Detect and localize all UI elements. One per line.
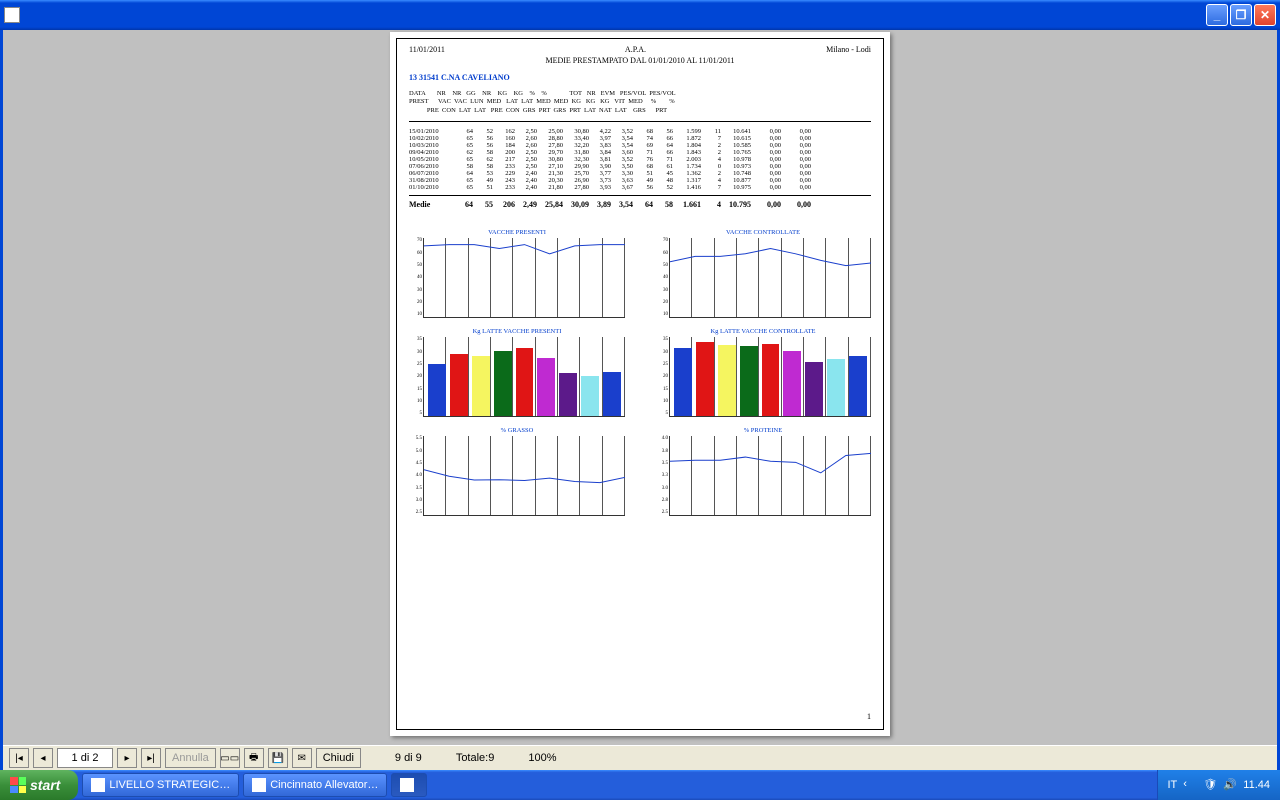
chart: Kg LATTE VACCHE PRESENTI 3530252015105	[409, 328, 625, 417]
close-button[interactable]: ✕	[1254, 4, 1276, 26]
first-page-button[interactable]: |◂	[9, 748, 29, 768]
chart-title: Kg LATTE VACCHE CONTROLLATE	[655, 328, 871, 335]
tray-volume-icon[interactable]: 🔊	[1223, 778, 1237, 792]
chart-plot: 5.55.04.54.03.53.02.5	[423, 436, 625, 516]
export-button[interactable]: ✉	[292, 748, 312, 768]
preview-toolbar: |◂ ◂ ▸ ▸| Annulla ▭▭ 🖶 💾 ✉ Chiudi 9 di 9…	[3, 745, 1277, 770]
status-total: Totale:9	[456, 752, 495, 764]
print-button[interactable]: 🖶	[244, 748, 264, 768]
chart-plot: 70605040302010	[423, 238, 625, 318]
workspace: 11/01/2011 A.P.A. Milano - Lodi MEDIE PR…	[3, 30, 1277, 745]
taskbar: start LIVELLO STRATEGIC… Cincinnato Alle…	[0, 770, 1280, 800]
chart: VACCHE PRESENTI 70605040302010	[409, 229, 625, 318]
report-farm: 13 31541 C.NA CAVELIANO	[409, 73, 871, 82]
taskbar-item-label: Cincinnato Allevator…	[270, 779, 378, 791]
two-page-view-button[interactable]: ▭▭	[220, 748, 240, 768]
taskbar-item-label: LIVELLO STRATEGIC…	[109, 779, 230, 791]
status-rec: 9 di 9	[395, 752, 422, 764]
status-zoom: 100%	[528, 752, 556, 764]
app-icon	[400, 778, 414, 792]
start-button[interactable]: start	[0, 770, 78, 800]
taskbar-item-3[interactable]	[391, 773, 427, 797]
app-icon	[4, 7, 20, 23]
report-rows: 15/01/201064521622,5025,0030,804,223,526…	[409, 128, 871, 191]
tray-chevron-icon[interactable]: ‹	[1183, 778, 1197, 792]
chart-title: % GRASSO	[409, 427, 625, 434]
report-date-printed: 11/01/2011	[409, 45, 445, 54]
last-page-button[interactable]: ▸|	[141, 748, 161, 768]
system-tray[interactable]: IT ‹ 🛡 🔊 11.44	[1157, 770, 1280, 800]
doc-icon	[91, 778, 105, 792]
minimize-button[interactable]: _	[1206, 4, 1228, 26]
next-page-button[interactable]: ▸	[117, 748, 137, 768]
chart-title: % PROTEINE	[655, 427, 871, 434]
report-title: MEDIE PRESTAMPATO DAL 01/01/2010 AL 11/0…	[409, 56, 871, 65]
chart-title: VACCHE CONTROLLATE	[655, 229, 871, 236]
chart-title: Kg LATTE VACCHE PRESENTI	[409, 328, 625, 335]
titlebar: _ ❐ ✕	[0, 0, 1280, 30]
report-org: A.P.A.	[625, 45, 646, 54]
tray-lang[interactable]: IT	[1168, 779, 1178, 791]
windows-logo-icon	[10, 777, 26, 793]
chart-title: VACCHE PRESENTI	[409, 229, 625, 236]
app-icon	[252, 778, 266, 792]
page-indicator-input[interactable]	[57, 748, 113, 768]
chart: % GRASSO 5.55.04.54.03.53.02.5	[409, 427, 625, 516]
chart-plot: 3530252015105	[423, 337, 625, 417]
chart: Kg LATTE VACCHE CONTROLLATE 3530252015105	[655, 328, 871, 417]
chiudi-button[interactable]: Chiudi	[316, 748, 361, 768]
report-column-headers: DATA NR NR GG NR KG KG % % TOT NR EVM PE…	[409, 90, 871, 122]
prev-page-button[interactable]: ◂	[33, 748, 53, 768]
page-number: 1	[867, 712, 871, 721]
charts-grid: VACCHE PRESENTI70605040302010VACCHE CONT…	[409, 229, 871, 516]
tray-shield-icon[interactable]: 🛡	[1203, 778, 1217, 792]
chart-plot: 70605040302010	[669, 238, 871, 318]
report-city: Milano - Lodi	[826, 45, 871, 54]
taskbar-item-2[interactable]: Cincinnato Allevator…	[243, 773, 387, 797]
chart: % PROTEINE 4.03.83.53.33.02.82.5	[655, 427, 871, 516]
annulla-button[interactable]: Annulla	[165, 748, 216, 768]
start-label: start	[30, 777, 60, 793]
report-page: 11/01/2011 A.P.A. Milano - Lodi MEDIE PR…	[390, 32, 890, 736]
tray-clock[interactable]: 11.44	[1243, 779, 1270, 791]
chart: VACCHE CONTROLLATE 70605040302010	[655, 229, 871, 318]
maximize-button[interactable]: ❐	[1230, 4, 1252, 26]
taskbar-item-1[interactable]: LIVELLO STRATEGIC…	[82, 773, 239, 797]
chart-plot: 4.03.83.53.33.02.82.5	[669, 436, 871, 516]
save-button[interactable]: 💾	[268, 748, 288, 768]
chart-plot: 3530252015105	[669, 337, 871, 417]
